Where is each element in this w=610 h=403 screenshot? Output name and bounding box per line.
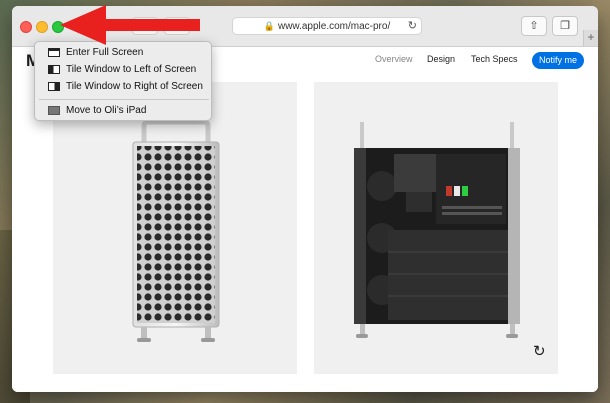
ipad-icon bbox=[48, 106, 60, 115]
reload-icon[interactable]: ↻ bbox=[408, 18, 417, 34]
mac-pro-front-image bbox=[132, 119, 220, 342]
tile-right-icon bbox=[48, 82, 60, 91]
nav-tech-specs[interactable]: Tech Specs bbox=[471, 54, 518, 64]
share-icon: ⇧ bbox=[529, 20, 539, 32]
replay-icon[interactable]: ↻ bbox=[533, 342, 546, 360]
notify-me-button[interactable]: Notify me bbox=[532, 52, 584, 69]
nav-overview[interactable]: Overview bbox=[375, 54, 413, 64]
menu-item-move-to-ipad[interactable]: Move to Oli’s iPad bbox=[35, 103, 213, 119]
menu-separator bbox=[39, 99, 209, 100]
tile-left-icon bbox=[48, 65, 60, 74]
menu-item-tile-right[interactable]: Tile Window to Right of Screen bbox=[35, 79, 213, 95]
menu-item-enter-full-screen[interactable]: Enter Full Screen bbox=[35, 45, 213, 61]
minimize-button[interactable] bbox=[36, 21, 48, 33]
menu-item-tile-left[interactable]: Tile Window to Left of Screen bbox=[35, 62, 213, 78]
close-button[interactable] bbox=[20, 21, 32, 33]
fullscreen-icon bbox=[48, 48, 60, 57]
address-bar[interactable]: 🔒 www.apple.com/mac-pro/ ↻ bbox=[232, 17, 422, 35]
product-image-front bbox=[53, 82, 297, 374]
product-image-internal: ↻ bbox=[314, 82, 558, 374]
annotation-arrow-icon bbox=[60, 5, 200, 45]
lock-icon: 🔒 bbox=[263, 21, 275, 31]
tabs-overview-icon: ❐ bbox=[560, 20, 570, 32]
window-zoom-menu: Enter Full Screen Tile Window to Left of… bbox=[34, 41, 212, 121]
url-text: www.apple.com/mac-pro/ bbox=[277, 21, 391, 32]
new-tab-button[interactable]: + bbox=[583, 30, 598, 46]
nav-design[interactable]: Design bbox=[427, 54, 455, 64]
share-button[interactable]: ⇧ bbox=[521, 16, 547, 36]
tabs-overview-button[interactable]: ❐ bbox=[552, 16, 578, 36]
mac-pro-internal-image bbox=[354, 122, 520, 338]
